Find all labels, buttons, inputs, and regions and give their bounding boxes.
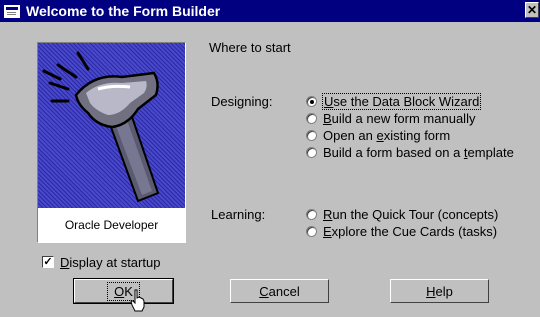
radio-label: Build a form based on a template [323, 144, 514, 160]
radio-build-manually[interactable]: Build a new form manually [306, 110, 475, 126]
radio-open-existing[interactable]: Open an existing form [306, 127, 450, 143]
radio-button[interactable] [306, 146, 317, 158]
radio-label: Run the Quick Tour (concepts) [323, 206, 499, 222]
radio-data-block-wizard[interactable]: Use the Data Block Wizard [306, 92, 482, 110]
checkbox-label: Display at startup [60, 254, 161, 270]
radio-label: Explore the Cue Cards (tasks) [323, 223, 498, 239]
ok-button[interactable]: OK [73, 278, 174, 304]
radio-button-checked[interactable] [306, 95, 317, 107]
display-at-startup-checkbox[interactable]: ✓ Display at startup [42, 254, 160, 270]
radio-cue-cards[interactable]: Explore the Cue Cards (tasks) [306, 223, 497, 239]
radio-label: Build a new form manually [323, 110, 476, 126]
radio-button[interactable] [306, 112, 317, 124]
radio-button[interactable] [306, 129, 317, 141]
radio-button[interactable] [306, 225, 317, 237]
radio-based-on-template[interactable]: Build a form based on a template [306, 144, 514, 160]
cancel-button[interactable]: Cancel [230, 279, 329, 303]
close-button[interactable]: ✕ [525, 2, 539, 18]
intro-heading: Where to start [209, 40, 291, 55]
splash-image: Oracle Developer [37, 42, 186, 243]
radio-quick-tour[interactable]: Run the Quick Tour (concepts) [306, 206, 498, 222]
radio-label: Open an existing form [323, 127, 451, 143]
window-icon [4, 4, 20, 18]
designing-label: Designing: [211, 94, 273, 109]
help-button[interactable]: Help [390, 279, 489, 303]
radio-label: Use the Data Block Wizard [321, 92, 482, 110]
splash-caption: Oracle Developer [38, 208, 185, 242]
hand-cursor-icon [130, 289, 145, 312]
help-button-label: Help [426, 283, 453, 299]
radio-button[interactable] [306, 208, 317, 220]
hammer-icon [42, 51, 160, 203]
learning-label: Learning: [211, 207, 266, 222]
title-bar: Welcome to the Form Builder ✕ [0, 0, 540, 22]
form-builder-dialog: Welcome to the Form Builder ✕ Oracle Dev… [0, 0, 540, 317]
window-title: Welcome to the Form Builder [26, 3, 221, 19]
cancel-button-label: Cancel [259, 283, 300, 299]
checkbox-box[interactable]: ✓ [42, 256, 54, 268]
